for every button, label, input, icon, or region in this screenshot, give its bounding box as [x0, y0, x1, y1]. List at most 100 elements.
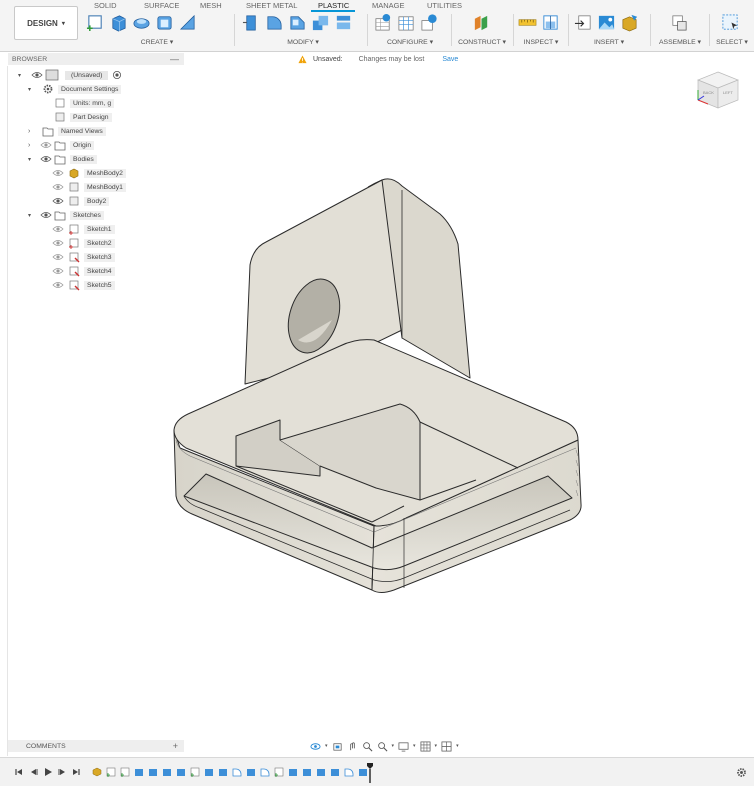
eye-hidden-icon[interactable] — [52, 168, 64, 178]
construct-dropdown[interactable]: CONSTRUCT ▾ — [456, 38, 508, 46]
tab-sheet-metal[interactable]: SHEET METAL — [246, 1, 297, 10]
timeline-sketch-feature-icon[interactable] — [274, 767, 284, 777]
chevron-down-icon[interactable]: ▾ — [28, 212, 38, 219]
extrude-icon[interactable] — [109, 13, 128, 32]
tree-item-sketch2[interactable]: Sketch2 — [52, 236, 115, 250]
timeline-extrude-feature-icon[interactable] — [316, 767, 326, 777]
tree-item-units[interactable]: Units: mm, g — [54, 96, 115, 110]
timeline-fillet-feature-icon[interactable] — [344, 767, 354, 777]
chevron-down-icon[interactable]: ▾ — [325, 743, 328, 749]
tab-surface[interactable]: SURFACE — [144, 1, 179, 10]
tree-item-part-design[interactable]: Part Design — [54, 110, 112, 124]
configure-rule-icon[interactable] — [397, 13, 416, 32]
timeline-sketch-feature-icon[interactable] — [106, 767, 116, 777]
configure-theme-icon[interactable] — [420, 13, 439, 32]
viewcube-face-back[interactable]: BACK — [703, 90, 714, 95]
chevron-down-icon[interactable]: ▾ — [28, 86, 38, 93]
press-pull-icon[interactable] — [242, 13, 261, 32]
display-settings-icon[interactable] — [398, 741, 409, 752]
section-analysis-icon[interactable] — [541, 13, 560, 32]
eye-icon[interactable] — [40, 210, 52, 220]
insert-mcmaster-icon[interactable] — [620, 13, 639, 32]
rib-icon[interactable] — [178, 13, 197, 32]
split-body-icon[interactable] — [334, 13, 353, 32]
tree-item-origin[interactable]: › Origin — [28, 138, 95, 152]
measure-icon[interactable] — [518, 13, 537, 32]
select-dropdown[interactable]: SELECT ▾ — [713, 38, 751, 46]
viewcube-face-left[interactable]: LEFT — [723, 90, 733, 95]
look-at-icon[interactable] — [332, 741, 343, 752]
create-dropdown[interactable]: CREATE ▾ — [86, 38, 228, 46]
tab-manage[interactable]: MANAGE — [372, 1, 405, 10]
gear-icon[interactable] — [736, 767, 747, 778]
pan-icon[interactable] — [347, 741, 358, 752]
timeline-extrude-feature-icon[interactable] — [204, 767, 214, 777]
insert-dropdown[interactable]: INSERT ▾ — [574, 38, 644, 46]
timeline-extrude-feature-icon[interactable] — [176, 767, 186, 777]
viewcube[interactable]: BACK LEFT — [694, 68, 742, 112]
go-to-start-icon[interactable] — [14, 767, 24, 777]
step-back-icon[interactable] — [29, 767, 39, 777]
timeline-fillet-feature-icon[interactable] — [260, 767, 270, 777]
eye-hidden-icon[interactable] — [52, 252, 64, 262]
revolve-icon[interactable] — [132, 13, 151, 32]
timeline-extrude-feature-icon[interactable] — [246, 767, 256, 777]
configure-table-icon[interactable] — [374, 13, 393, 32]
chevron-down-icon[interactable]: ▾ — [413, 743, 416, 749]
eye-icon[interactable] — [52, 196, 64, 206]
tree-item-sketches[interactable]: ▾ Sketches — [28, 208, 104, 222]
tab-mesh[interactable]: MESH — [200, 1, 222, 10]
eye-icon[interactable] — [31, 70, 43, 80]
tree-item-document-settings[interactable]: ▾ Document Settings — [28, 82, 122, 96]
configure-dropdown[interactable]: CONFIGURE ▾ — [374, 38, 446, 46]
timeline-extrude-feature-icon[interactable] — [288, 767, 298, 777]
combine-icon[interactable] — [311, 13, 330, 32]
timeline-extrude-feature-icon[interactable] — [134, 767, 144, 777]
new-component-icon[interactable] — [670, 13, 689, 32]
modify-dropdown[interactable]: MODIFY ▾ — [242, 38, 364, 46]
timeline-fillet-feature-icon[interactable] — [232, 767, 242, 777]
insert-canvas-icon[interactable] — [597, 13, 616, 32]
eye-hidden-icon[interactable] — [52, 280, 64, 290]
go-to-end-icon[interactable] — [71, 767, 81, 777]
add-comment-button[interactable]: + — [173, 741, 178, 751]
tab-utilities[interactable]: UTILITIES — [427, 1, 462, 10]
timeline-mesh-feature-icon[interactable] — [92, 767, 102, 777]
timeline-sketch-feature-icon[interactable] — [190, 767, 200, 777]
chevron-down-icon[interactable]: ▾ — [28, 156, 38, 163]
timeline-sketch-feature-icon[interactable] — [120, 767, 130, 777]
eye-hidden-icon[interactable] — [52, 224, 64, 234]
activate-radio-icon[interactable] — [112, 70, 122, 80]
chevron-down-icon[interactable]: ▾ — [392, 743, 395, 749]
comments-panel-header[interactable]: COMMENTS + — [8, 740, 184, 752]
tree-item-named-views[interactable]: › Named Views — [28, 124, 106, 138]
chevron-right-icon[interactable]: › — [28, 142, 38, 149]
chamfer-icon[interactable] — [288, 13, 307, 32]
play-icon[interactable] — [43, 767, 53, 777]
timeline-marker[interactable] — [367, 763, 373, 783]
tree-item-root[interactable]: ▾ (Unsaved) — [8, 68, 122, 82]
tree-item-meshbody2[interactable]: MeshBody2 — [52, 166, 126, 180]
viewports-icon[interactable] — [441, 741, 452, 752]
insert-derive-icon[interactable] — [574, 13, 593, 32]
new-sketch-icon[interactable] — [86, 13, 105, 32]
eye-hidden-icon[interactable] — [52, 182, 64, 192]
chevron-down-icon[interactable]: ▾ — [18, 72, 28, 79]
fillet-icon[interactable] — [265, 13, 284, 32]
eye-hidden-icon[interactable] — [52, 266, 64, 276]
workspace-switcher-button[interactable]: DESIGN ▾ — [14, 6, 78, 40]
collapse-panel-button[interactable]: — — [170, 53, 179, 65]
tree-item-sketch5[interactable]: Sketch5 — [52, 278, 115, 292]
eye-icon[interactable] — [40, 154, 52, 164]
save-link[interactable]: Save — [442, 56, 458, 63]
tree-item-sketch3[interactable]: Sketch3 — [52, 250, 115, 264]
tab-solid[interactable]: SOLID — [94, 1, 117, 10]
zoom-icon[interactable] — [362, 741, 373, 752]
offset-plane-icon[interactable] — [472, 13, 491, 32]
tree-item-bodies[interactable]: ▾ Bodies — [28, 152, 97, 166]
grid-icon[interactable] — [420, 741, 431, 752]
assemble-dropdown[interactable]: ASSEMBLE ▾ — [656, 38, 704, 46]
timeline-extrude-feature-icon[interactable] — [330, 767, 340, 777]
select-cursor-icon[interactable] — [721, 13, 740, 32]
timeline-extrude-feature-icon[interactable] — [218, 767, 228, 777]
